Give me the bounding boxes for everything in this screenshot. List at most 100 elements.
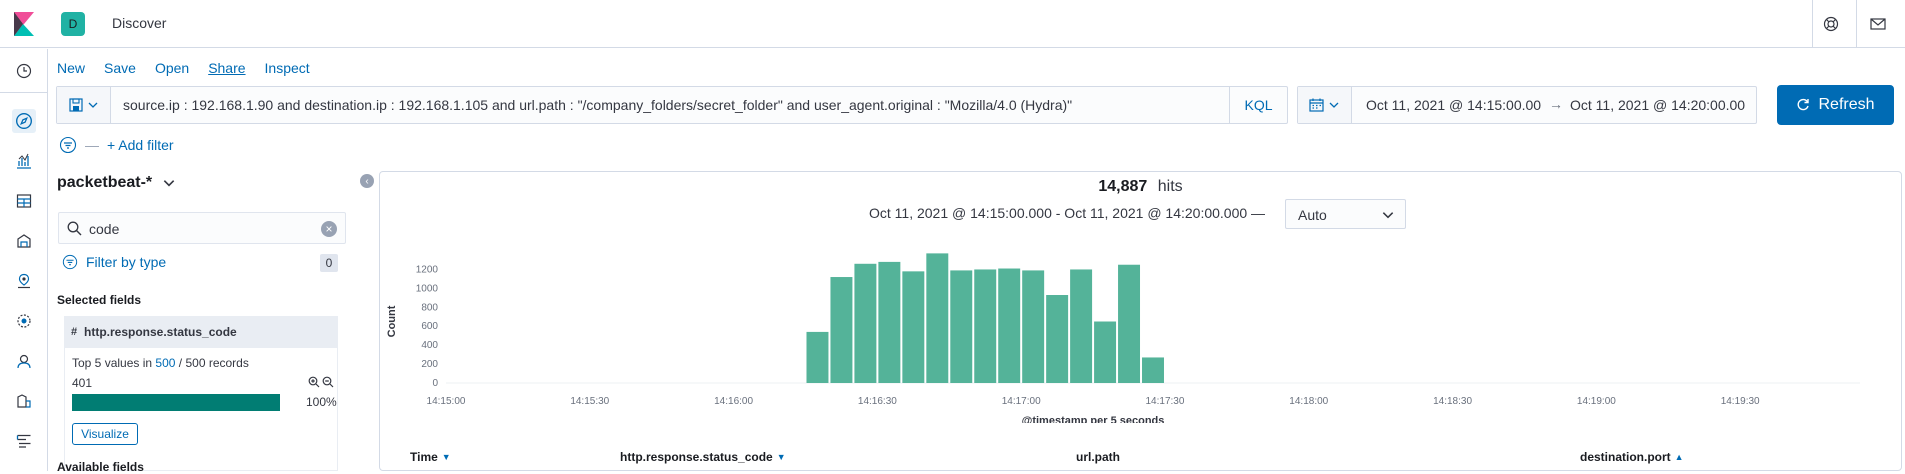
start-date[interactable]: Oct 11, 2021 @ 14:15:00.00 (1366, 97, 1541, 113)
visualize-button[interactable]: Visualize (72, 423, 138, 445)
search-icon (67, 221, 82, 236)
space-avatar[interactable]: D (61, 12, 85, 36)
y-tick-label: 600 (421, 321, 438, 332)
column-header[interactable]: http.response.status_code ▼ (620, 450, 786, 464)
histogram-bar (1118, 264, 1141, 383)
kibana-logo-icon[interactable] (14, 12, 34, 36)
field-search-value: code (89, 221, 120, 237)
value-progress-bar (72, 394, 280, 411)
value-progress-fill (72, 394, 280, 411)
y-tick-label: 400 (421, 340, 438, 351)
y-tick-label: 200 (421, 359, 438, 370)
field-name: http.response.status_code (84, 325, 237, 339)
y-axis-label: Count (386, 305, 398, 337)
histogram-bar (902, 271, 925, 383)
siem-icon[interactable] (12, 349, 36, 373)
page-title: Discover (112, 15, 167, 31)
top-values-prefix: Top 5 values in (72, 356, 153, 370)
x-tick-label: 14:16:30 (858, 396, 897, 407)
arrow-right-icon: → (1549, 96, 1563, 112)
dashboard-icon[interactable] (12, 189, 36, 213)
x-tick-label: 14:15:00 (427, 396, 466, 407)
canvas-icon[interactable] (12, 229, 36, 253)
histogram-bar (1070, 269, 1093, 383)
zoom-in-icon[interactable] (308, 376, 320, 388)
ml-icon[interactable] (12, 309, 36, 333)
histogram-bar (806, 331, 829, 383)
y-tick-label: 1000 (416, 283, 439, 294)
hits-label: hits (1157, 178, 1183, 195)
column-header[interactable]: destination.port ▲ (1580, 450, 1684, 464)
column-header[interactable]: Time ▼ (410, 450, 451, 464)
histogram-bar (1094, 321, 1117, 383)
refresh-button[interactable]: Refresh (1777, 85, 1894, 125)
column-header[interactable]: url.path (1076, 450, 1120, 464)
selected-fields-title: Selected fields (57, 293, 142, 307)
field-details-panel: Top 5 values in 500 / 500 records 401 10… (64, 348, 338, 471)
quick-select-button[interactable] (1298, 87, 1352, 123)
hits-count: 14,887 (1098, 178, 1148, 195)
save-button[interactable]: Save (104, 60, 136, 76)
y-tick-label: 0 (432, 378, 438, 389)
available-fields-title: Available fields (57, 460, 144, 474)
date-picker: Oct 11, 2021 @ 14:15:00.00 → Oct 11, 202… (1297, 86, 1757, 124)
end-date[interactable]: Oct 11, 2021 @ 14:20:00.00 (1570, 97, 1745, 113)
query-language-button[interactable]: KQL (1229, 87, 1287, 123)
zoom-out-icon[interactable] (322, 376, 334, 388)
maps-icon[interactable] (12, 269, 36, 293)
open-button[interactable]: Open (155, 60, 189, 76)
histogram-bar (1142, 357, 1164, 383)
x-tick-label: 14:16:00 (714, 396, 753, 407)
filter-by-type-button[interactable]: Filter by type (62, 254, 166, 270)
visualize-icon[interactable] (12, 149, 36, 173)
top-values-suffix: 500 records (185, 356, 249, 370)
sort-up-icon[interactable]: ▲ (1675, 452, 1684, 462)
filter-menu-icon[interactable] (59, 136, 77, 154)
share-button[interactable]: Share (208, 60, 245, 76)
top-values-count-link[interactable]: 500 (155, 356, 175, 370)
histogram-bar (998, 268, 1021, 383)
field-search-input[interactable]: code × (58, 212, 346, 244)
histogram-bar (854, 263, 877, 383)
newsfeed-icon[interactable] (1866, 12, 1890, 36)
number-type-icon: # (70, 326, 78, 338)
logs-icon[interactable] (12, 429, 36, 453)
new-button[interactable]: New (57, 60, 85, 76)
sort-down-icon[interactable]: ▼ (777, 452, 786, 462)
value-filter-buttons (308, 376, 334, 388)
filter-bar: — + Add filter (59, 136, 174, 154)
x-tick-label: 14:17:00 (1002, 396, 1041, 407)
filter-count-badge: 0 (320, 254, 338, 272)
column-header-label: Time (410, 450, 438, 464)
filter-separator: — (85, 137, 99, 153)
apm-icon[interactable] (12, 389, 36, 413)
collapse-sidebar-icon[interactable]: ‹ (360, 174, 374, 188)
refresh-label: Refresh (1818, 96, 1875, 113)
recently-viewed-icon[interactable] (12, 59, 36, 83)
interval-value: Auto (1298, 207, 1327, 223)
histogram-bar (1046, 295, 1069, 383)
index-pattern-selector[interactable]: packetbeat-* (57, 174, 176, 192)
save-icon (68, 98, 83, 112)
clear-search-icon[interactable]: × (321, 221, 337, 237)
document-table-header: Time ▼ http.response.status_code ▼ url.path d… (380, 442, 1901, 472)
inspect-button[interactable]: Inspect (265, 60, 310, 76)
top-header: D Discover (0, 0, 1905, 48)
saved-query-button[interactable] (57, 87, 111, 123)
histogram-bar (1022, 270, 1045, 383)
sort-down-icon[interactable]: ▼ (442, 452, 451, 462)
add-filter-button[interactable]: + Add filter (107, 137, 174, 153)
value-percent: 100% (306, 395, 337, 409)
x-tick-label: 14:19:00 (1577, 396, 1616, 407)
help-icon[interactable] (1819, 12, 1843, 36)
discover-icon[interactable] (12, 109, 36, 133)
histogram-chart[interactable]: 0 200 400 600 800 1000 1200 14:15:00 14:15:30 14:… (380, 248, 1903, 423)
column-header-label: destination.port (1580, 450, 1671, 464)
query-input[interactable]: source.ip : 192.168.1.90 and destination… (123, 97, 1072, 113)
selected-field-item[interactable]: # http.response.status_code (64, 316, 338, 348)
chevron-down-icon (1382, 212, 1394, 219)
histogram-bar (830, 277, 853, 383)
chevron-down-icon (163, 180, 175, 187)
histogram-bar (950, 270, 973, 383)
interval-select[interactable]: Auto (1285, 199, 1406, 229)
